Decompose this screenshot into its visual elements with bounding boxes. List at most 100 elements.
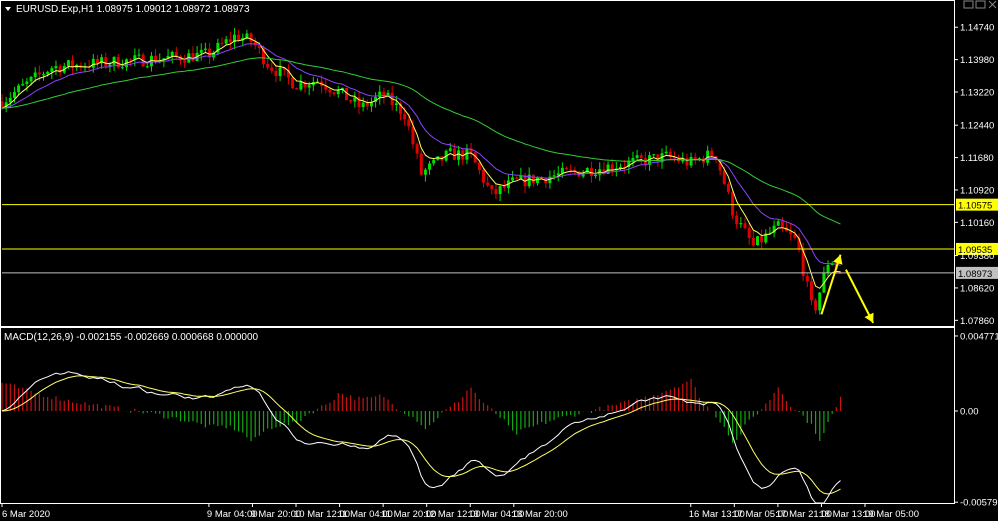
candle-body <box>361 102 365 107</box>
price-axis-label: 1.10920 <box>960 185 994 196</box>
candle-body <box>220 42 224 44</box>
candle-body <box>199 49 203 53</box>
level-price-label: 1.10575 <box>958 201 992 212</box>
candle-body <box>403 114 407 120</box>
price-axis-label: 1.07860 <box>960 316 994 327</box>
candle-body <box>631 157 635 161</box>
candle-body <box>560 167 564 174</box>
candle-body <box>224 39 228 44</box>
candle-body <box>755 236 759 246</box>
candle-body <box>299 81 303 90</box>
candle-body <box>228 39 232 42</box>
candle-body <box>328 89 332 93</box>
candle-body <box>266 64 270 68</box>
candle-body <box>365 102 369 107</box>
candle-body <box>515 177 519 179</box>
candle-body <box>432 159 436 164</box>
chart-background <box>0 0 998 521</box>
candle-body <box>448 148 452 151</box>
candle-body <box>535 177 539 184</box>
time-axis-label: 13 Mar 20:00 <box>512 509 568 520</box>
candle-body <box>378 91 382 98</box>
price-axis-label: 1.11680 <box>960 153 994 164</box>
candle-body <box>274 70 278 76</box>
candle-body <box>610 164 614 171</box>
macd-axis-label: 0.00 <box>960 406 979 417</box>
price-axis-label: 1.13980 <box>960 55 994 66</box>
price-axis-label: 1.10160 <box>960 218 994 229</box>
candle-body <box>685 158 689 166</box>
candle-body <box>50 68 54 72</box>
candle-body <box>91 58 95 68</box>
candle-body <box>423 169 427 175</box>
candle-body <box>278 67 282 76</box>
candle-body <box>776 221 780 226</box>
candle-body <box>174 52 178 57</box>
candle-body <box>726 183 730 192</box>
price-axis-label: 1.12440 <box>960 121 994 132</box>
candle-body <box>689 157 693 166</box>
candle-body <box>411 126 415 145</box>
candle-body <box>814 300 818 311</box>
candle-body <box>66 60 70 67</box>
macd-header: MACD(12,26,9) -0.002155 -0.002669 0.0006… <box>4 332 259 343</box>
candle-body <box>295 88 299 90</box>
price-axis-label: 1.08620 <box>960 283 994 294</box>
candle-body <box>54 66 58 69</box>
candle-body <box>760 236 764 243</box>
candle-body <box>452 148 456 160</box>
candle-body <box>8 97 12 103</box>
candle-body <box>307 85 311 88</box>
candle-body <box>569 169 573 171</box>
candle-body <box>17 85 21 93</box>
candle-body <box>203 48 207 50</box>
candle-body <box>531 174 535 184</box>
candle-body <box>33 72 37 77</box>
candle-body <box>394 103 398 106</box>
candle-body <box>826 264 830 274</box>
candle-body <box>482 169 486 183</box>
price-axis-label: 1.14740 <box>960 23 994 34</box>
candle-body <box>457 150 461 160</box>
candle-body <box>552 175 556 177</box>
candle-body <box>805 275 809 282</box>
candle-body <box>332 92 336 95</box>
candle-body <box>594 174 598 177</box>
candle-body <box>428 163 432 170</box>
candle-body <box>818 292 822 311</box>
candle-body <box>249 33 253 42</box>
candle-body <box>25 81 29 85</box>
candle-body <box>407 119 411 127</box>
candle-body <box>751 237 755 246</box>
candle-body <box>112 57 116 65</box>
candle-body <box>95 58 99 64</box>
candle-body <box>490 185 494 190</box>
candle-body <box>237 34 241 41</box>
candle-body <box>37 72 41 75</box>
candle-body <box>565 167 569 170</box>
candle-body <box>104 57 108 67</box>
candle-body <box>183 60 187 63</box>
candle-body <box>191 53 195 62</box>
macd-axis-label: 0.004771 <box>960 331 998 342</box>
candle-body <box>743 223 747 229</box>
candle-body <box>664 151 668 154</box>
candle-body <box>486 182 490 186</box>
candle-body <box>291 77 295 89</box>
candle-body <box>635 155 639 158</box>
candle-body <box>731 191 735 216</box>
candle-body <box>780 221 784 228</box>
price-axis-label: 1.13220 <box>960 87 994 98</box>
level-price-label: 1.08973 <box>958 269 992 280</box>
candle-body <box>494 189 498 195</box>
candle-body <box>747 228 751 238</box>
time-axis-label: 19 Mar 05:00 <box>863 509 919 520</box>
candle-body <box>46 71 50 75</box>
candle-body <box>511 177 515 181</box>
candle-body <box>21 84 25 86</box>
candle-body <box>415 144 419 154</box>
candle-body <box>145 66 149 68</box>
candle-body <box>639 155 643 159</box>
chart-canvas[interactable]: 1.105751.095351.08973 1.147401.139801.13… <box>0 0 998 521</box>
candle-body <box>710 150 714 157</box>
